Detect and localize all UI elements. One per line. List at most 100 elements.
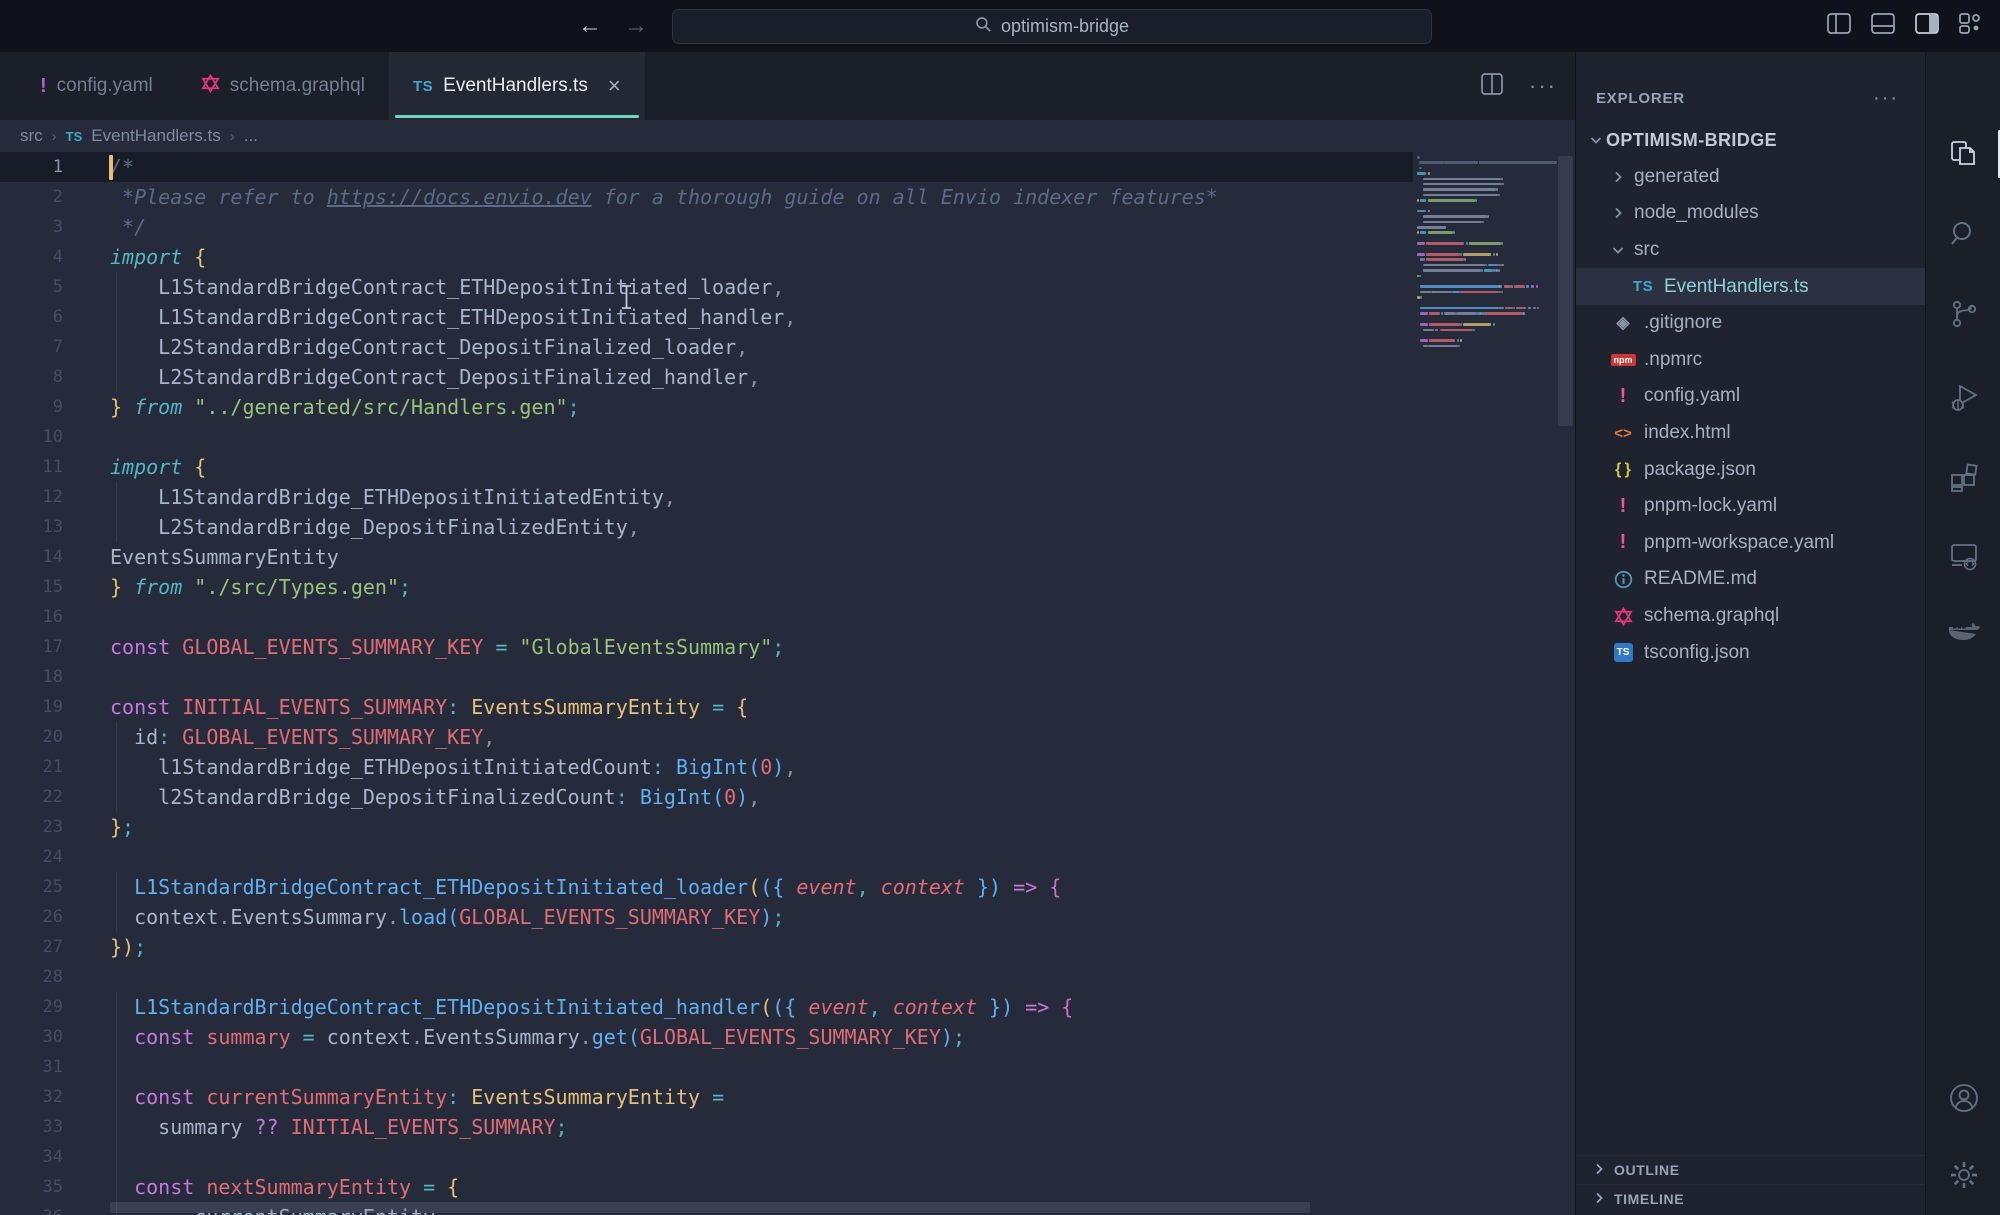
tree-item-pnpm-workspace-yaml[interactable]: !pnpm-workspace.yaml xyxy=(1576,525,1925,562)
forward-icon[interactable]: → xyxy=(624,12,648,40)
line-number[interactable]: 15 xyxy=(0,572,63,602)
line-number[interactable]: 5 xyxy=(0,272,63,302)
line-number[interactable]: 32 xyxy=(0,1082,63,1112)
activity-account[interactable] xyxy=(1926,1070,2000,1126)
code-line[interactable]: 22 l2StandardBridge_DepositFinalizedCoun… xyxy=(0,782,1413,812)
tree-item-schema-graphql[interactable]: schema.graphql xyxy=(1576,598,1925,635)
vertical-scrollbar[interactable] xyxy=(1558,156,1573,426)
line-number[interactable]: 36 xyxy=(0,1202,63,1215)
line-number[interactable]: 3 xyxy=(0,212,63,242)
code-editor[interactable]: 1/*2 *Please refer to https://docs.envio… xyxy=(0,152,1575,1215)
close-icon[interactable]: × xyxy=(608,73,621,99)
code-line[interactable]: 23}; xyxy=(0,812,1413,842)
activity-settings[interactable] xyxy=(1926,1147,2000,1203)
tab-schema-graphql[interactable]: schema.graphql xyxy=(177,52,389,120)
tree-item-eventhandlers-ts[interactable]: TSEventHandlers.ts xyxy=(1576,268,1925,305)
line-number[interactable]: 30 xyxy=(0,1022,63,1052)
command-center-search[interactable]: optimism-bridge xyxy=(672,9,1432,44)
code-line[interactable]: 27}); xyxy=(0,932,1413,962)
code-line[interactable]: 31 xyxy=(0,1052,1413,1082)
code-line[interactable]: 33 summary ?? INITIAL_EVENTS_SUMMARY; xyxy=(0,1112,1413,1142)
code-line[interactable]: 13 L2StandardBridge_DepositFinalizedEnti… xyxy=(0,512,1413,542)
line-number[interactable]: 10 xyxy=(0,422,63,452)
tree-item-config-yaml[interactable]: !config.yaml xyxy=(1576,378,1925,415)
line-number[interactable]: 4 xyxy=(0,242,63,272)
more-actions-icon[interactable]: ··· xyxy=(1529,73,1557,99)
tree-item-src[interactable]: src xyxy=(1576,232,1925,269)
tree-item-package-json[interactable]: { }package.json xyxy=(1576,451,1925,488)
code-line[interactable]: 18 xyxy=(0,662,1413,692)
breadcrumb-symbol[interactable]: ... xyxy=(244,126,258,146)
activity-remote-explorer[interactable] xyxy=(1926,528,2000,584)
code-line[interactable]: 8 L2StandardBridgeContract_DepositFinali… xyxy=(0,362,1413,392)
line-number[interactable]: 8 xyxy=(0,362,63,392)
code-line[interactable]: 30 const summary = context.EventsSummary… xyxy=(0,1022,1413,1052)
line-number[interactable]: 16 xyxy=(0,602,63,632)
section-timeline[interactable]: TIMELINE xyxy=(1576,1184,1925,1213)
line-number[interactable]: 17 xyxy=(0,632,63,662)
line-number[interactable]: 25 xyxy=(0,872,63,902)
line-number[interactable]: 9 xyxy=(0,392,63,422)
split-editor-icon[interactable] xyxy=(1481,73,1503,100)
tab-config-yaml[interactable]: !config.yaml xyxy=(16,52,177,120)
section-outline[interactable]: OUTLINE xyxy=(1576,1155,1925,1184)
line-number[interactable]: 35 xyxy=(0,1172,63,1202)
breadcrumb-src[interactable]: src xyxy=(20,126,43,146)
line-number[interactable]: 2 xyxy=(0,182,63,212)
tree-item--npmrc[interactable]: npm.npmrc xyxy=(1576,342,1925,379)
line-number[interactable]: 34 xyxy=(0,1142,63,1172)
code-line[interactable]: 10 xyxy=(0,422,1413,452)
line-number[interactable]: 6 xyxy=(0,302,63,332)
code-line[interactable]: 25 L1StandardBridgeContract_ETHDepositIn… xyxy=(0,872,1413,902)
code-line[interactable]: 17const GLOBAL_EVENTS_SUMMARY_KEY = "Glo… xyxy=(0,632,1413,662)
code-line[interactable]: 16 xyxy=(0,602,1413,632)
code-line[interactable]: 2 *Please refer to https://docs.envio.de… xyxy=(0,182,1413,212)
line-number[interactable]: 31 xyxy=(0,1052,63,1082)
tree-item-generated[interactable]: generated xyxy=(1576,159,1925,196)
tree-root-optimism-bridge[interactable]: OPTIMISM-BRIDGE xyxy=(1576,122,1925,159)
code-line[interactable]: 35 const nextSummaryEntity = { xyxy=(0,1172,1413,1202)
line-number[interactable]: 18 xyxy=(0,662,63,692)
back-icon[interactable]: ← xyxy=(578,12,602,40)
activity-extensions[interactable] xyxy=(1926,450,2000,506)
code-line[interactable]: 5 L1StandardBridgeContract_ETHDepositIni… xyxy=(0,272,1413,302)
line-number[interactable]: 26 xyxy=(0,902,63,932)
line-number[interactable]: 12 xyxy=(0,482,63,512)
code-line[interactable]: 4import { xyxy=(0,242,1413,272)
code-line[interactable]: 7 L2StandardBridgeContract_DepositFinali… xyxy=(0,332,1413,362)
activity-run-debug[interactable] xyxy=(1926,370,2000,426)
code-line[interactable]: 11import { xyxy=(0,452,1413,482)
code-line[interactable]: 34 xyxy=(0,1142,1413,1172)
tree-item-index-html[interactable]: <>index.html xyxy=(1576,415,1925,452)
code-line[interactable]: 3 */ xyxy=(0,212,1413,242)
tab-eventhandlers-ts[interactable]: TSEventHandlers.ts× xyxy=(389,52,645,120)
code-line[interactable]: 28 xyxy=(0,962,1413,992)
code-line[interactable]: 9} from "../generated/src/Handlers.gen"; xyxy=(0,392,1413,422)
tree-item-tsconfig-json[interactable]: TStsconfig.json xyxy=(1576,634,1925,671)
code-line[interactable]: 20 id: GLOBAL_EVENTS_SUMMARY_KEY, xyxy=(0,722,1413,752)
explorer-more-icon[interactable]: ··· xyxy=(1873,87,1899,110)
code-line[interactable]: 19const INITIAL_EVENTS_SUMMARY: EventsSu… xyxy=(0,692,1413,722)
line-number[interactable]: 27 xyxy=(0,932,63,962)
breadcrumb[interactable]: src › TS EventHandlers.ts › ... xyxy=(0,120,1575,152)
line-number[interactable]: 1 xyxy=(0,152,63,182)
breadcrumb-file[interactable]: EventHandlers.ts xyxy=(91,126,220,146)
tree-item--gitignore[interactable]: ◈.gitignore xyxy=(1576,305,1925,342)
activity-search[interactable] xyxy=(1926,206,2000,262)
layout-sidebar-left-icon[interactable] xyxy=(1827,13,1851,34)
line-number[interactable]: 24 xyxy=(0,842,63,872)
code-line[interactable]: 26 context.EventsSummary.load(GLOBAL_EVE… xyxy=(0,902,1413,932)
code-line[interactable]: 29 L1StandardBridgeContract_ETHDepositIn… xyxy=(0,992,1413,1022)
layout-panel-icon[interactable] xyxy=(1871,13,1895,34)
line-number[interactable]: 19 xyxy=(0,692,63,722)
activity-explorer[interactable] xyxy=(1926,126,2000,182)
line-number[interactable]: 20 xyxy=(0,722,63,752)
customize-layout-icon[interactable] xyxy=(1959,13,1982,34)
activity-docker[interactable] xyxy=(1926,602,2000,658)
minimap[interactable] xyxy=(1417,155,1557,349)
tree-item-pnpm-lock-yaml[interactable]: !pnpm-lock.yaml xyxy=(1576,488,1925,525)
horizontal-scrollbar[interactable] xyxy=(110,1202,1310,1213)
code-line[interactable]: 32 const currentSummaryEntity: EventsSum… xyxy=(0,1082,1413,1112)
line-number[interactable]: 7 xyxy=(0,332,63,362)
line-number[interactable]: 33 xyxy=(0,1112,63,1142)
